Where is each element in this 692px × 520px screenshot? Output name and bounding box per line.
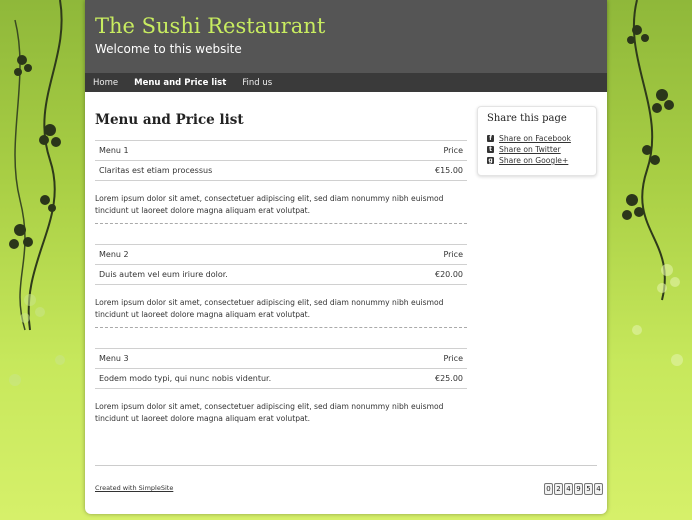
dashed-divider — [95, 223, 467, 224]
nav-item-home[interactable]: Home — [93, 78, 126, 88]
menu-item-price: €15.00 — [381, 160, 467, 181]
counter-digit: 2 — [554, 483, 563, 495]
site-subtitle: Welcome to this website — [95, 42, 242, 56]
share-facebook-link[interactable]: f Share on Facebook — [487, 134, 571, 143]
menu-name: Menu 2 — [95, 244, 390, 265]
price-header: Price — [381, 140, 467, 161]
menu-item-name: Eodem modo typi, qui nunc nobis videntur… — [95, 368, 406, 389]
menu-description: Lorem ipsum dolor sit amet, consectetuer… — [95, 194, 444, 215]
main-navigation: Home Menu and Price list Find us — [85, 73, 607, 92]
vine-decoration-left — [9, 0, 65, 386]
page-container: The Sushi Restaurant Welcome to this web… — [85, 0, 607, 514]
main-content: Menu and Price list Menu 1 Price Clarita… — [95, 112, 467, 424]
menu-block-2: Menu 2 Price Duis autem vel eum iriure d… — [95, 244, 467, 328]
menu-table: Menu 1 Price Claritas est etiam processu… — [95, 140, 467, 181]
site-header: The Sushi Restaurant Welcome to this web… — [85, 0, 607, 73]
counter-digit: 4 — [564, 483, 573, 495]
share-twitter-link[interactable]: t Share on Twitter — [487, 145, 561, 154]
menu-name: Menu 3 — [95, 348, 406, 369]
table-row: Eodem modo typi, qui nunc nobis videntur… — [95, 368, 467, 389]
counter-digit: 0 — [544, 483, 553, 495]
menu-table: Menu 2 Price Duis autem vel eum iriure d… — [95, 244, 467, 285]
nav-item-menu-and-price-list[interactable]: Menu and Price list — [134, 78, 234, 88]
table-header-row: Menu 1 Price — [95, 140, 467, 161]
share-google-plus-link[interactable]: g Share on Google+ — [487, 156, 568, 165]
menu-block-1: Menu 1 Price Claritas est etiam processu… — [95, 140, 467, 224]
price-header: Price — [405, 348, 467, 369]
menu-table: Menu 3 Price Eodem modo typi, qui nunc n… — [95, 348, 467, 389]
dashed-divider — [95, 327, 467, 328]
facebook-icon: f — [487, 135, 494, 142]
table-row: Duis autem vel eum iriure dolor. €20.00 — [95, 264, 467, 285]
share-panel: Share this page f Share on Facebook t Sh… — [477, 106, 597, 176]
table-header-row: Menu 3 Price — [95, 348, 467, 369]
share-link-label: Share on Google+ — [499, 156, 569, 165]
table-row: Claritas est etiam processus €15.00 — [95, 160, 467, 181]
twitter-icon: t — [487, 146, 494, 153]
menu-description: Lorem ipsum dolor sit amet, consectetuer… — [95, 298, 444, 319]
menu-description: Lorem ipsum dolor sit amet, consectetuer… — [95, 402, 444, 423]
share-link-label: Share on Twitter — [499, 145, 561, 154]
counter-digit: 5 — [584, 483, 593, 495]
footer-divider — [95, 465, 597, 466]
menu-item-name: Duis autem vel eum iriure dolor. — [95, 264, 390, 285]
vine-decoration-right — [622, 0, 683, 366]
table-header-row: Menu 2 Price — [95, 244, 467, 265]
menu-item-price: €20.00 — [389, 264, 467, 285]
nav-item-find-us[interactable]: Find us — [242, 78, 280, 88]
counter-digit: 4 — [594, 483, 603, 495]
menu-name: Menu 1 — [95, 140, 382, 161]
share-title: Share this page — [487, 113, 567, 124]
menu-block-3: Menu 3 Price Eodem modo typi, qui nunc n… — [95, 348, 467, 424]
page-title: Menu and Price list — [95, 112, 244, 128]
menu-item-price: €25.00 — [405, 368, 467, 389]
counter-digit: 9 — [574, 483, 583, 495]
google-plus-icon: g — [487, 157, 494, 164]
simplesite-credit-link[interactable]: Created with SimpleSite — [95, 484, 173, 492]
share-link-label: Share on Facebook — [499, 134, 571, 143]
site-title[interactable]: The Sushi Restaurant — [95, 14, 325, 38]
menu-item-name: Claritas est etiam processus — [95, 160, 382, 181]
visitor-counter: 0 2 4 9 5 4 — [544, 483, 603, 495]
price-header: Price — [389, 244, 467, 265]
